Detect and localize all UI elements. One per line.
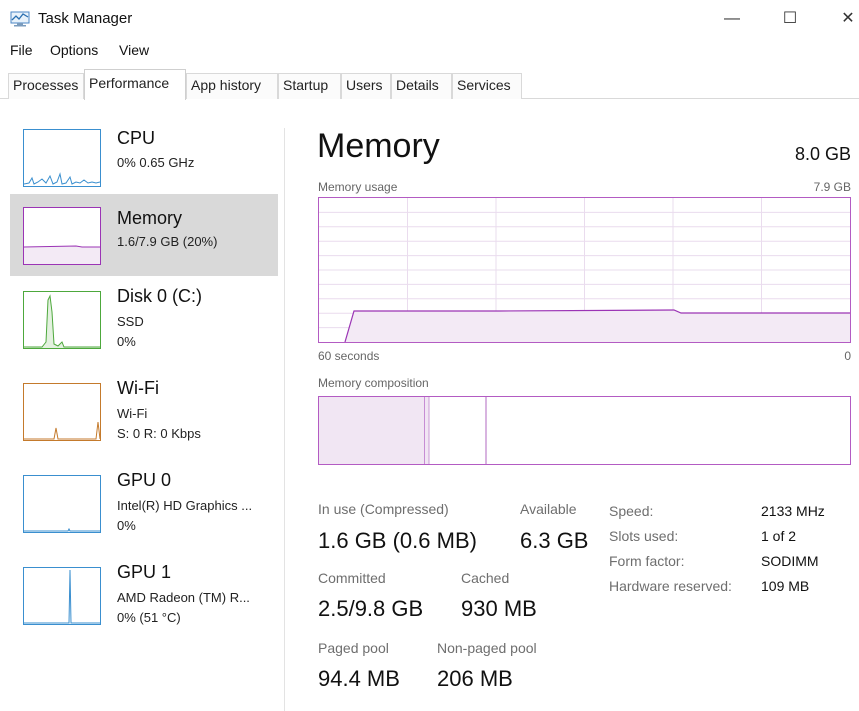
usage-graph-max: 7.9 GB [813, 180, 851, 194]
wifi-thumbnail-graph [23, 383, 101, 441]
memory-usage-graph [318, 197, 851, 343]
in-use-label: In use (Compressed) [318, 501, 449, 517]
cached-label: Cached [461, 570, 510, 586]
title-bar: Task Manager — ☐ ✕ [0, 0, 859, 38]
task-manager-icon [10, 11, 30, 27]
cpu-thumbnail-graph [23, 129, 101, 187]
slots-used-value: 1 of 2 [761, 528, 797, 544]
available-label: Available [520, 501, 577, 517]
tab-processes[interactable]: Processes [8, 73, 84, 99]
sidebar-item-wifi[interactable]: Wi-Fi Wi-Fi S: 0 R: 0 Kbps [10, 378, 278, 460]
speed-value: 2133 MHz [761, 503, 825, 519]
hardware-reserved-label: Hardware reserved: [609, 578, 732, 594]
graph-time-right: 0 [844, 349, 851, 363]
sidebar-item-detail: Intel(R) HD Graphics ... [117, 498, 253, 513]
sidebar-item-detail: SSD [117, 314, 144, 329]
sidebar-item-detail: Wi-Fi [117, 406, 148, 421]
sidebar-item-label: GPU 0 [117, 470, 172, 490]
form-factor-label: Form factor: [609, 553, 685, 569]
page-title: Memory [317, 127, 440, 165]
committed-label: Committed [318, 570, 386, 586]
sidebar-item-label: GPU 1 [117, 562, 172, 582]
disk-thumbnail-graph [23, 291, 101, 349]
in-use-value: 1.6 GB (0.6 MB) [318, 528, 477, 553]
sidebar-item-detail: 0% [117, 334, 136, 349]
sidebar-item-label: Wi-Fi [117, 378, 159, 398]
menu-file[interactable]: File [10, 42, 33, 58]
sidebar-item-detail: 0% 0.65 GHz [117, 155, 195, 170]
tab-startup[interactable]: Startup [278, 73, 341, 99]
maximize-button[interactable]: ☐ [770, 6, 810, 32]
sidebar-item-detail: AMD Radeon (TM) R... [117, 590, 250, 605]
tab-strip: Processes Performance App history Startu… [0, 69, 859, 100]
usage-graph-label: Memory usage [318, 180, 398, 194]
sidebar-item-gpu-0[interactable]: GPU 0 Intel(R) HD Graphics ... 0% [10, 470, 278, 552]
close-button[interactable]: ✕ [828, 6, 859, 32]
memory-composition-bar [318, 396, 851, 465]
committed-value: 2.5/9.8 GB [318, 596, 424, 621]
sidebar-item-memory[interactable]: Memory 1.6/7.9 GB (20%) [10, 194, 278, 276]
sidebar-item-detail: 0% (51 °C) [117, 610, 181, 625]
sidebar-item-label: CPU [117, 128, 156, 148]
gpu1-thumbnail-graph [23, 567, 101, 625]
tab-services[interactable]: Services [452, 73, 522, 99]
sidebar-item-detail: 1.6/7.9 GB (20%) [117, 234, 218, 249]
memory-thumbnail-graph [23, 207, 101, 265]
sidebar-item-label: Disk 0 (C:) [117, 286, 202, 306]
non-paged-pool-label: Non-paged pool [437, 640, 537, 656]
minimize-button[interactable]: — [712, 6, 752, 32]
graph-time-left: 60 seconds [318, 349, 380, 363]
available-value: 6.3 GB [520, 528, 589, 553]
hardware-reserved-value: 109 MB [761, 578, 810, 594]
cached-value: 930 MB [461, 596, 537, 621]
composition-graph-label: Memory composition [318, 376, 429, 390]
speed-label: Speed: [609, 503, 654, 519]
paged-pool-label: Paged pool [318, 640, 389, 656]
memory-total: 8.0 GB [794, 144, 851, 164]
sidebar-item-gpu-1[interactable]: GPU 1 AMD Radeon (TM) R... 0% (51 °C) [10, 562, 278, 644]
tab-app-history[interactable]: App history [186, 73, 278, 99]
form-factor-value: SODIMM [761, 553, 819, 569]
menu-options[interactable]: Options [50, 42, 98, 58]
gpu0-thumbnail-graph [23, 475, 101, 533]
sidebar-item-detail: S: 0 R: 0 Kbps [117, 426, 201, 441]
sidebar-item-disk-0[interactable]: Disk 0 (C:) SSD 0% [10, 286, 278, 368]
slots-used-label: Slots used: [609, 528, 679, 544]
sidebar-item-label: Memory [117, 208, 183, 228]
paged-pool-value: 94.4 MB [318, 666, 400, 691]
sidebar-item-detail: 0% [117, 518, 136, 533]
window-title: Task Manager [38, 10, 133, 27]
tab-details[interactable]: Details [391, 73, 452, 99]
panel-divider [284, 128, 285, 711]
non-paged-pool-value: 206 MB [437, 666, 513, 691]
tab-users[interactable]: Users [341, 73, 391, 99]
menu-view[interactable]: View [119, 42, 149, 58]
tab-performance[interactable]: Performance [84, 69, 186, 100]
